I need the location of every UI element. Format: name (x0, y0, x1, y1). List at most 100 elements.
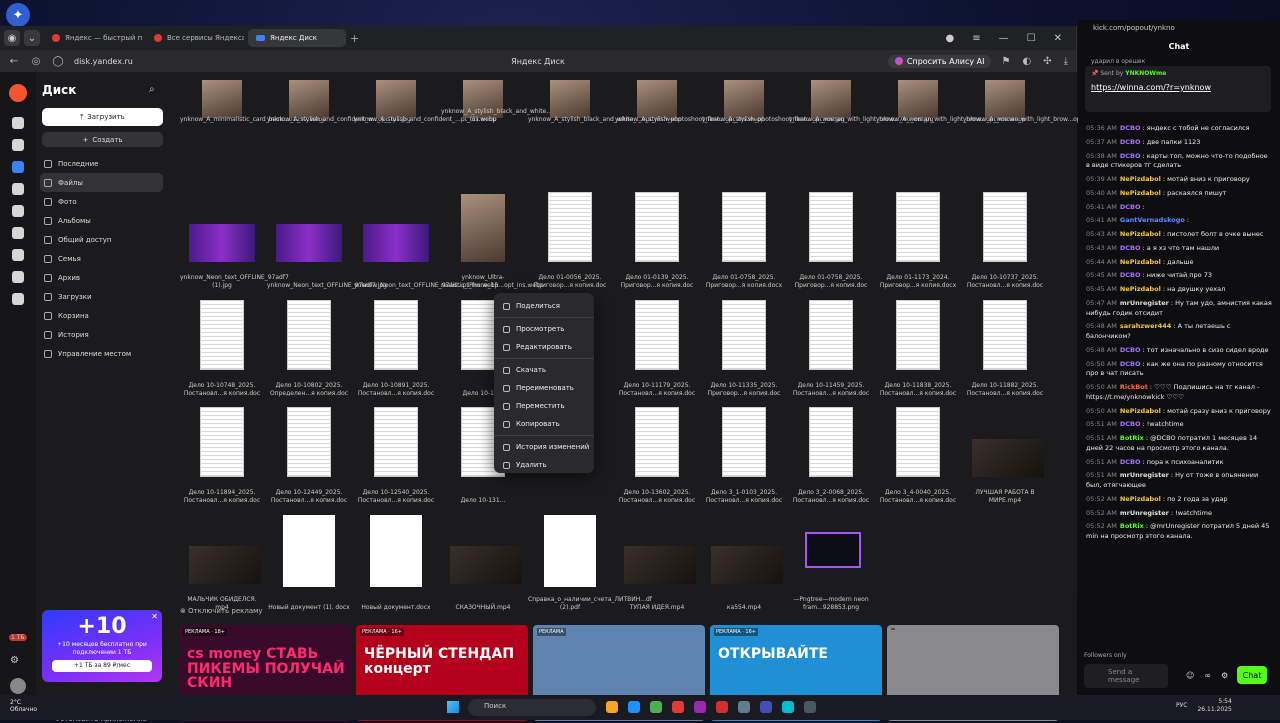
message-user[interactable]: NePizdabol (1120, 495, 1161, 503)
message-user[interactable]: BotRix (1120, 434, 1144, 442)
shield-icon[interactable]: ◎ (30, 56, 42, 67)
yandex-logo-icon[interactable] (9, 84, 27, 102)
pinned-link[interactable]: https://winna.com/?r=ynknow (1091, 83, 1265, 92)
context-menu-item[interactable]: Просмотреть (494, 320, 594, 338)
file-item[interactable]: Дело 10-12449_2025. Постановл...я копия.… (267, 405, 351, 505)
tab-yandex-services[interactable]: Все сервисы Яндекса (146, 29, 244, 47)
menu-icon[interactable]: ≡ (972, 33, 980, 44)
file-item[interactable]: ynknow_A_woman_with_light_brow...opt_ins… (876, 72, 1026, 172)
context-menu-item[interactable]: Редактировать (494, 338, 594, 356)
message-user[interactable]: NePizdabol (1120, 407, 1161, 415)
disk-icon[interactable] (12, 161, 24, 173)
sidebar-item[interactable]: Последние (40, 154, 163, 173)
store-icon[interactable] (650, 701, 662, 713)
docs-icon[interactable] (12, 183, 24, 195)
sidebar-item[interactable]: Семья (40, 249, 163, 268)
file-item[interactable]: Дело 01-0056_2025. Приговор...я копия.do… (528, 190, 612, 290)
profile-icon[interactable]: ◉ (4, 30, 20, 46)
file-item[interactable]: Дело 10-10802_2025. Определен...я копия.… (267, 298, 351, 398)
messenger-icon[interactable] (12, 227, 24, 239)
promo-button[interactable]: +1 ТБ за 89 ₽/мес (52, 659, 152, 672)
gear-icon[interactable]: ⚙ (10, 655, 19, 666)
app-icon[interactable] (782, 701, 794, 713)
file-item[interactable]: Дело 01-0139_2025. Приговор...я копия.do… (615, 190, 699, 290)
back-icon[interactable]: ← (8, 56, 20, 67)
explorer-icon[interactable] (606, 701, 618, 713)
yandex-browser-icon[interactable] (672, 701, 684, 713)
emote-icon[interactable]: ☺ (1186, 671, 1194, 680)
language-indicator[interactable]: РУС (1176, 702, 1187, 709)
message-user[interactable]: mrUnregister (1120, 471, 1169, 479)
context-menu-item[interactable]: Копировать (494, 415, 594, 433)
file-item[interactable]: Дело 3_4-0040_2025. Постановл...я копия.… (876, 405, 960, 505)
context-menu-item[interactable]: Переименовать (494, 379, 594, 397)
ask-alisa-button[interactable]: Спросить Алису AI (887, 54, 992, 68)
close-icon[interactable]: ✕ (1054, 33, 1062, 44)
file-item[interactable]: Дело 10-11179_2025. Постановл...я копия.… (615, 298, 699, 398)
file-item[interactable]: МАЛЬЧИК ОБИДЕЛСЯ. mp4 (180, 512, 264, 612)
downloads-icon[interactable]: ⤓ (1064, 56, 1068, 67)
apps-grid-icon[interactable] (12, 293, 24, 305)
start-button[interactable] (447, 701, 459, 713)
context-menu-item[interactable]: Переместить (494, 397, 594, 415)
sidebar-item[interactable]: Файлы (40, 173, 163, 192)
weather-widget[interactable]: 2°C Облачно (10, 699, 37, 713)
opera-icon[interactable] (716, 701, 728, 713)
message-user[interactable]: DCBO (1120, 271, 1141, 279)
file-item[interactable]: ynknow_Neon_text_OFFLINE_97adf7.jpg (267, 190, 387, 290)
sidebar-item[interactable]: Общий доступ (40, 230, 163, 249)
file-item[interactable]: ка554.mp4 (702, 512, 786, 612)
file-item[interactable]: ynknow_Neon_text_OFFLINE_97ad...pt_ins.w… (354, 190, 498, 290)
file-item[interactable]: ynknow_A_woman_with_light_brow...opt_ins… (963, 72, 1113, 172)
file-item[interactable]: Дело 01-0758_2025. Приговор...я копия.do… (789, 190, 873, 290)
file-item[interactable]: ynknow_Neon_text_OFFLINE_97adf7 (1).jpg (180, 190, 289, 290)
sidebar-item[interactable]: Загрузки (40, 287, 163, 306)
message-user[interactable]: GantVernadskogo (1120, 216, 1185, 224)
clock[interactable]: 5:54 26.11.2025 (1197, 698, 1231, 714)
message-user[interactable]: NePizdabol (1120, 175, 1161, 183)
file-item[interactable]: Дело 10-11459_2025. Постановл...я копия.… (789, 298, 873, 398)
chat-send-button[interactable]: Chat (1237, 666, 1267, 684)
create-button[interactable]: + Создать (42, 132, 163, 147)
file-item[interactable]: Дело 3_1-0103_2025. Постановл...я копия.… (702, 405, 786, 505)
promo-banner[interactable]: ✕ +10 +10 месяцев бесплатно при подключе… (42, 610, 162, 682)
file-item[interactable]: Новый документ (1). docx (267, 512, 351, 612)
tab-yandex-disk[interactable]: Яндекс Диск (248, 29, 346, 47)
context-menu-item[interactable]: Поделиться (494, 297, 594, 315)
message-user[interactable]: NePizdabol (1120, 258, 1161, 266)
message-user[interactable]: NePizdabol (1120, 189, 1161, 197)
context-menu-item[interactable]: Удалить (494, 456, 594, 474)
file-item[interactable]: ynknow_A_woman_with_light_brow...760_ins… (789, 72, 933, 172)
file-item[interactable]: Дело 3_2-0068_2025. Постановл...я копия.… (789, 405, 873, 505)
file-item[interactable]: ynknow_A_minimalistic_card_back...01297.… (180, 72, 326, 172)
bookmark-icon[interactable]: ⚑ (1001, 56, 1010, 67)
obs-icon[interactable] (804, 701, 816, 713)
file-item[interactable]: ynknow_A_stylish_black_and_white...ns (1… (441, 72, 559, 172)
file-item[interactable]: ynknow_Ultra-realistic_iPhone_15...opt_i… (441, 190, 544, 290)
link-icon[interactable]: ∞ (1204, 671, 1211, 680)
chevron-down-icon[interactable]: ⌄ (24, 30, 40, 46)
file-item[interactable]: Дело 01-1173_2024. Приговор...я копия.do… (876, 190, 960, 290)
file-item[interactable]: Дело 10-12540_2025. Постановл...я копия.… (354, 405, 438, 505)
puzzle-icon[interactable]: ✣ (1043, 56, 1051, 67)
search-icon[interactable]: ⌕ (149, 84, 155, 95)
gear-icon[interactable]: ⚙ (1221, 671, 1228, 680)
tasks-icon[interactable] (12, 249, 24, 261)
message-user[interactable]: DCBO (1120, 203, 1141, 211)
message-user[interactable]: BotRix (1120, 522, 1144, 530)
message-user[interactable]: DCBO (1120, 244, 1141, 252)
message-user[interactable]: DCBO (1120, 138, 1141, 146)
app-icon[interactable] (694, 701, 706, 713)
file-item[interactable]: ЛУЧШАЯ РАБОТА В МИРЕ.mp4 (963, 405, 1047, 505)
taskbar-search[interactable]: Поиск (468, 699, 596, 716)
context-menu-item[interactable]: История изменений (494, 438, 594, 456)
mail-icon[interactable] (12, 139, 24, 151)
file-item[interactable]: Дело 10-13602_2025. Постановл...я копия.… (615, 405, 699, 505)
close-icon[interactable]: ✕ (151, 612, 158, 621)
message-user[interactable]: DCBO (1120, 360, 1141, 368)
message-user[interactable]: DCBO (1120, 458, 1141, 466)
app-icon[interactable] (760, 701, 772, 713)
edge-icon[interactable] (628, 701, 640, 713)
message-user[interactable]: mrUnregister (1120, 509, 1169, 517)
file-item[interactable]: СКАЗОЧНЫЙ.mp4 (441, 512, 525, 612)
